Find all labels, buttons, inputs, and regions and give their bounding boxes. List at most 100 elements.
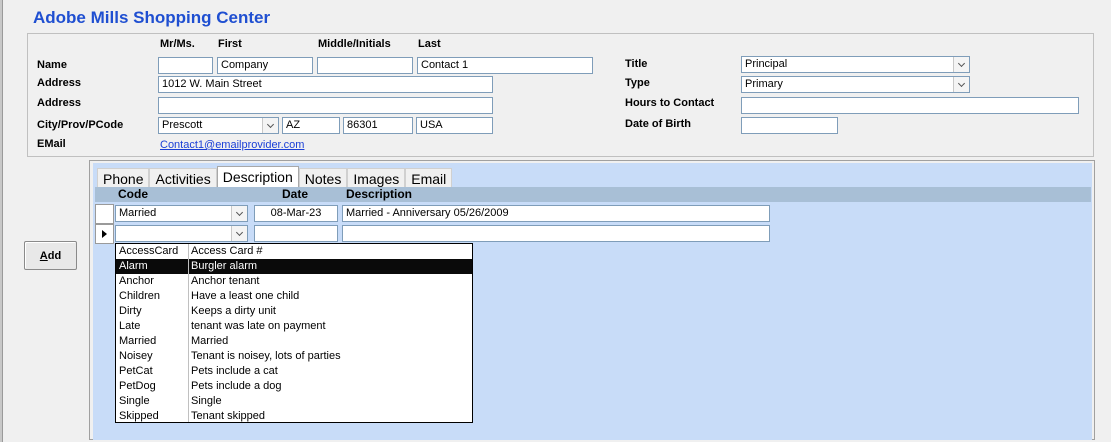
tab-activities[interactable]: Activities: [149, 168, 217, 188]
dropdown-option[interactable]: Dirty Keeps a dirty unit: [116, 304, 472, 319]
dropdown-option-description: Have a least one child: [191, 290, 300, 302]
dropdown-option-code: Dirty: [119, 305, 142, 317]
type-combo[interactable]: Primary: [741, 76, 970, 93]
dropdown-column-divider: [188, 304, 189, 319]
dropdown-column-divider: [188, 289, 189, 304]
row-selector-current[interactable]: [95, 224, 114, 244]
mr-ms-field[interactable]: [158, 57, 213, 74]
label-email: EMail: [37, 138, 66, 150]
tab-images[interactable]: Images: [347, 168, 406, 188]
dropdown-option[interactable]: PetDog Pets include a dog: [116, 379, 472, 394]
dropdown-option-description: Pets include a cat: [191, 365, 278, 377]
first-name-field[interactable]: Company: [217, 57, 313, 74]
dropdown-option-code: Anchor: [119, 275, 154, 287]
code-dropdown-list[interactable]: AccessCard Access Card # Alarm Burgler alar…: [115, 243, 473, 423]
dropdown-option[interactable]: Skipped Tenant skipped: [116, 409, 472, 422]
date-of-birth-field[interactable]: [741, 117, 838, 134]
dropdown-option[interactable]: Anchor Anchor tenant: [116, 274, 472, 289]
dropdown-option[interactable]: AccessCard Access Card #: [116, 244, 472, 259]
dropdown-option-code: PetDog: [119, 380, 156, 392]
code-combo-row-1[interactable]: Married: [115, 205, 248, 222]
dropdown-option-description: Burgler alarm: [191, 260, 258, 272]
row-selector[interactable]: [95, 204, 114, 224]
dropdown-option-description: Tenant is noisey, lots of parties: [191, 350, 341, 362]
email-link[interactable]: Contact1@emailprovider.com: [160, 139, 304, 151]
dropdown-option-description: Anchor tenant: [191, 275, 260, 287]
label-hours-to-contact: Hours to Contact: [625, 97, 715, 109]
grid-header-bar: [95, 187, 1091, 202]
add-button-label: dd: [47, 249, 62, 262]
chevron-down-icon[interactable]: [953, 57, 969, 72]
add-button-accel: A: [39, 249, 48, 262]
date-field-row-2[interactable]: [254, 225, 338, 242]
grid-header-code: Code: [118, 187, 148, 201]
dropdown-option-description: Access Card #: [191, 245, 263, 257]
window-left-edge: [0, 0, 3, 442]
address-1-field[interactable]: 1012 W. Main Street: [158, 76, 493, 93]
label-address-2: Address: [37, 97, 82, 109]
col-header-first: First: [218, 38, 242, 50]
dropdown-column-divider: [188, 349, 189, 364]
country-field[interactable]: USA: [416, 117, 493, 134]
add-button[interactable]: Add: [24, 241, 77, 270]
dropdown-option-code: Noisey: [119, 350, 153, 362]
hours-to-contact-field[interactable]: [741, 97, 1079, 114]
postal-code-field[interactable]: 86301: [343, 117, 413, 134]
col-header-last: Last: [418, 38, 441, 50]
dropdown-option-description: Tenant skipped: [191, 410, 265, 422]
description-field-row-1[interactable]: Married - Anniversary 05/26/2009: [342, 205, 770, 222]
code-value-row-1: Married: [119, 207, 157, 219]
col-header-mr-ms: Mr/Ms.: [160, 38, 195, 50]
dropdown-column-divider: [188, 409, 189, 422]
dropdown-option-description: Pets include a dog: [191, 380, 282, 392]
tab-email[interactable]: Email: [405, 168, 453, 188]
middle-initials-field[interactable]: [317, 57, 413, 74]
chevron-down-icon[interactable]: [262, 118, 278, 133]
app-title: Adobe Mills Shopping Center: [33, 8, 271, 27]
dropdown-option[interactable]: Noisey Tenant is noisey, lots of parties: [116, 349, 472, 364]
title-value: Principal: [745, 58, 788, 70]
city-combo[interactable]: Prescott: [158, 117, 279, 134]
code-combo-row-2[interactable]: [115, 225, 248, 242]
dropdown-column-divider: [188, 394, 189, 409]
dropdown-option-description: Keeps a dirty unit: [191, 305, 276, 317]
dropdown-column-divider: [188, 319, 189, 334]
address-2-field[interactable]: [158, 97, 493, 114]
label-city-prov-pcode: City/Prov/PCode: [37, 119, 124, 131]
dropdown-column-divider: [188, 334, 189, 349]
tab-phone[interactable]: Phone: [97, 168, 150, 188]
label-address-1: Address: [37, 77, 82, 89]
dropdown-option[interactable]: PetCat Pets include a cat: [116, 364, 472, 379]
dropdown-option-code: Skipped: [119, 410, 159, 422]
dropdown-option-code: Children: [119, 290, 160, 302]
dropdown-option-code: AccessCard: [119, 245, 179, 257]
dropdown-option-code: PetCat: [119, 365, 153, 377]
dropdown-option[interactable]: Children Have a least one child: [116, 289, 472, 304]
col-header-middle: Middle/Initials: [318, 38, 391, 50]
dropdown-column-divider: [188, 244, 189, 259]
dropdown-option-description: Married: [191, 335, 229, 347]
chevron-down-icon[interactable]: [231, 226, 247, 241]
chevron-down-icon[interactable]: [231, 206, 247, 221]
grid-header-description: Description: [346, 187, 413, 201]
last-name-field[interactable]: Contact 1: [417, 57, 593, 74]
dropdown-option[interactable]: Married Married: [116, 334, 472, 349]
dropdown-option[interactable]: Late tenant was late on payment: [116, 319, 472, 334]
label-title: Title: [625, 58, 648, 70]
dropdown-column-divider: [188, 259, 189, 274]
label-type: Type: [625, 77, 650, 89]
date-field-row-1[interactable]: 08-Mar-23: [254, 205, 338, 222]
tab-notes[interactable]: Notes: [298, 168, 348, 188]
title-combo[interactable]: Principal: [741, 56, 970, 73]
province-field[interactable]: AZ: [282, 117, 340, 134]
dropdown-option-code: Married: [119, 335, 157, 347]
dropdown-option-code: Alarm: [119, 260, 148, 272]
label-name: Name: [37, 59, 67, 71]
description-field-row-2[interactable]: [342, 225, 770, 242]
dropdown-option[interactable]: Alarm Burgler alarm: [116, 259, 472, 274]
dropdown-option-description: tenant was late on payment: [191, 320, 326, 332]
label-date-of-birth: Date of Birth: [625, 118, 691, 130]
chevron-down-icon[interactable]: [953, 77, 969, 92]
dropdown-option[interactable]: Single Single: [116, 394, 472, 409]
tab-description[interactable]: Description: [216, 166, 299, 188]
